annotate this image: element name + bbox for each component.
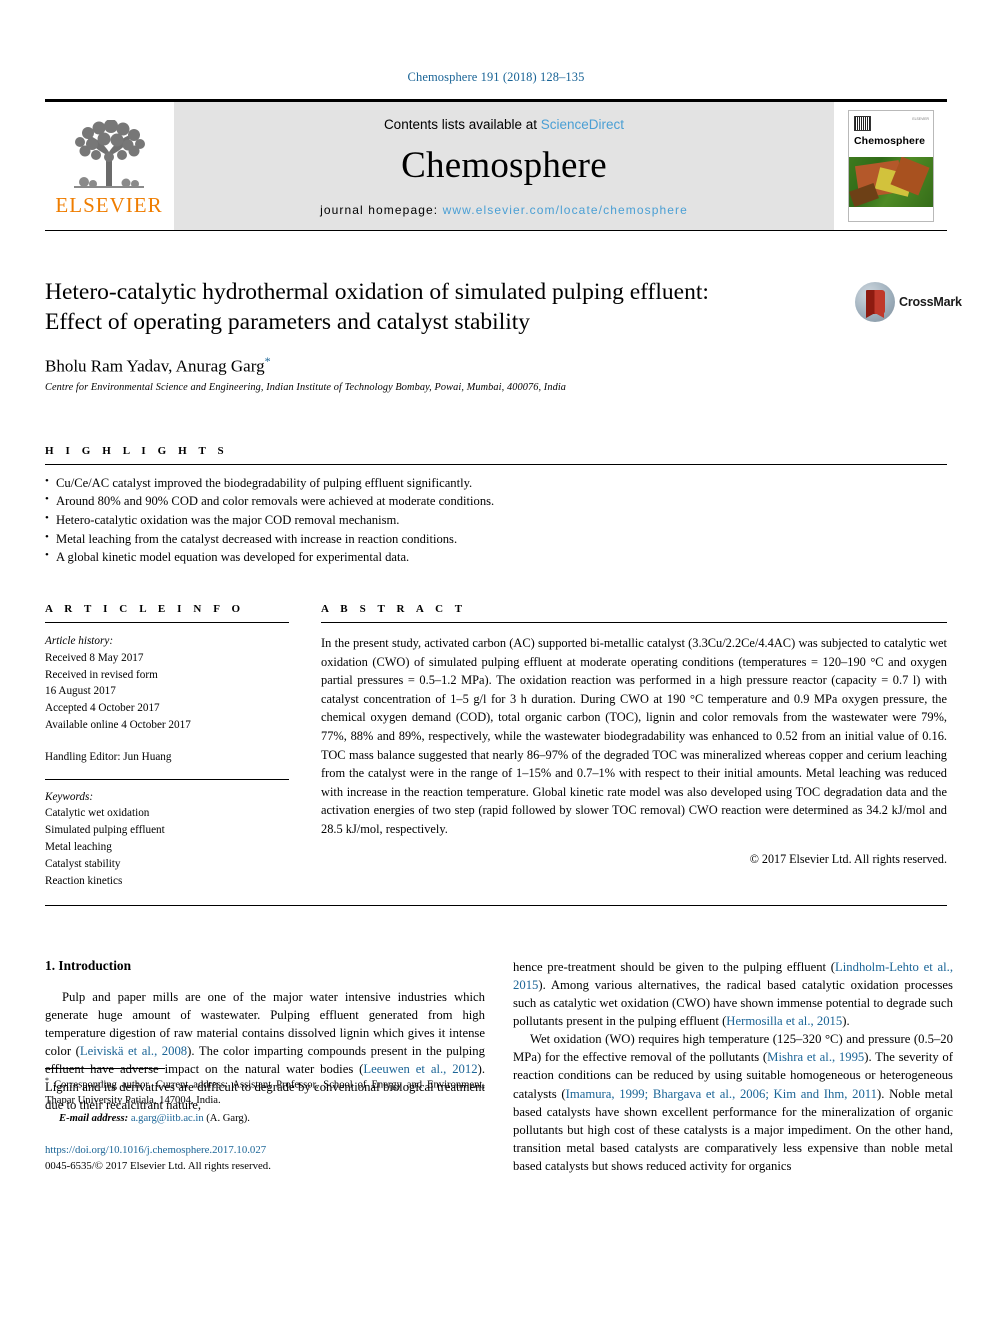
cover-title: Chemosphere bbox=[854, 135, 926, 147]
corresponding-author-note: * Corresponding author. Current address:… bbox=[45, 1075, 485, 1108]
corresponding-author-text: Corresponding author. Current address: A… bbox=[45, 1079, 485, 1106]
paragraph: hence pre-treatment should be given to t… bbox=[513, 958, 953, 1030]
abstract-bottom-rule bbox=[45, 905, 947, 907]
keyword-item: Catalytic wet oxidation bbox=[45, 807, 150, 820]
list-item: Around 80% and 90% COD and color removal… bbox=[45, 491, 947, 511]
journal-homepage-line: journal homepage: www.elsevier.com/locat… bbox=[320, 203, 688, 217]
journal-cover-thumbnail: ELSEVIER Chemosphere bbox=[848, 110, 934, 222]
list-item: Hetero-catalytic oxidation was the major… bbox=[45, 510, 947, 530]
footnote-block: * Corresponding author. Current address:… bbox=[45, 1067, 485, 1175]
paper-page: Chemosphere 191 (2018) 128–135 ELSEVIER … bbox=[0, 0, 992, 1323]
info-abstract-row: A R T I C L E I N F O Article history: R… bbox=[45, 603, 947, 889]
article-info-heading: A R T I C L E I N F O bbox=[45, 602, 245, 615]
doi-block: https://doi.org/10.1016/j.chemosphere.20… bbox=[45, 1143, 485, 1174]
abstract-rule bbox=[321, 621, 947, 623]
crossmark-label: CrossMark bbox=[899, 295, 962, 309]
abstract-heading: A B S T R A C T bbox=[321, 602, 467, 615]
contents-line: Contents lists available at ScienceDirec… bbox=[384, 117, 624, 132]
journal-masthead: ELSEVIER Contents lists available at Sci… bbox=[45, 99, 947, 231]
article-info-body: Article history: Received 8 May 2017 Rec… bbox=[45, 633, 289, 889]
body-column-right: hence pre-treatment should be given to t… bbox=[513, 958, 953, 1174]
abstract-text: In the present study, activated carbon (… bbox=[321, 635, 947, 837]
elsevier-wordmark: ELSEVIER bbox=[55, 193, 163, 217]
paragraph-text: ). bbox=[842, 1014, 850, 1029]
cover-top: ELSEVIER Chemosphere bbox=[849, 111, 933, 157]
article-history-label: Article history: bbox=[45, 634, 114, 647]
keyword-item: Reaction kinetics bbox=[45, 874, 123, 887]
title-area: Hetero-catalytic hydrothermal oxidation … bbox=[45, 277, 962, 393]
cover-brand: ELSEVIER bbox=[912, 117, 929, 121]
citation-link[interactable]: Leiviskä et al., 2008 bbox=[80, 1044, 187, 1058]
history-item: Available online 4 October 2017 bbox=[45, 718, 191, 731]
page-title: Hetero-catalytic hydrothermal oxidation … bbox=[45, 279, 709, 336]
journal-homepage-link[interactable]: www.elsevier.com/locate/chemosphere bbox=[443, 203, 688, 217]
keyword-item: Simulated pulping effluent bbox=[45, 824, 165, 837]
email-note: E-mail address: a.garg@iitb.ac.in (A. Ga… bbox=[45, 1111, 485, 1126]
keywords-rule bbox=[45, 778, 289, 780]
history-item: 16 August 2017 bbox=[45, 685, 116, 698]
keyword-item: Catalyst stability bbox=[45, 857, 121, 870]
citation-link[interactable]: Hermosilla et al., 2015 bbox=[726, 1014, 842, 1028]
history-item: Received in revised form bbox=[45, 668, 158, 681]
article-info-rule bbox=[45, 621, 289, 623]
abstract-section: A B S T R A C T In the present study, ac… bbox=[321, 603, 947, 889]
citation-link[interactable]: Imamura, 1999; Bhargava et al., 2006; Ki… bbox=[566, 1087, 877, 1101]
doi-link[interactable]: https://doi.org/10.1016/j.chemosphere.20… bbox=[45, 1143, 485, 1159]
paragraph: Wet oxidation (WO) requires high tempera… bbox=[513, 1030, 953, 1174]
paragraph-text: hence pre-treatment should be given to t… bbox=[513, 960, 836, 975]
corresponding-author-marker: * bbox=[264, 354, 271, 369]
crossmark-icon bbox=[855, 282, 895, 322]
list-item: A global kinetic model equation was deve… bbox=[45, 547, 947, 567]
article-info-section: A R T I C L E I N F O Article history: R… bbox=[45, 603, 289, 889]
footnote-rule bbox=[45, 1067, 165, 1069]
author-list: Bholu Ram Yadav, Anurag Garg* bbox=[45, 354, 947, 377]
author-names: Bholu Ram Yadav, Anurag Garg bbox=[45, 356, 265, 376]
elsevier-logo: ELSEVIER bbox=[45, 102, 173, 230]
handling-editor: Handling Editor: Jun Huang bbox=[45, 750, 172, 763]
journal-cover-block: ELSEVIER Chemosphere bbox=[835, 102, 947, 230]
highlights-heading: H I G H L I G H T S bbox=[45, 444, 229, 457]
abstract-copyright: © 2017 Elsevier Ltd. All rights reserved… bbox=[749, 851, 947, 866]
journal-info-block: Contents lists available at ScienceDirec… bbox=[173, 102, 835, 230]
running-head: Chemosphere 191 (2018) 128–135 bbox=[407, 70, 585, 84]
highlights-section: H I G H L I G H T S Cu/Ce/AC catalyst im… bbox=[45, 445, 947, 567]
journal-title: Chemosphere bbox=[401, 145, 607, 186]
history-item: Received 8 May 2017 bbox=[45, 651, 144, 664]
affiliation: Centre for Environmental Science and Eng… bbox=[45, 381, 567, 393]
keyword-item: Metal leaching bbox=[45, 840, 112, 853]
cover-bottom bbox=[849, 207, 933, 221]
elsevier-tree-icon bbox=[74, 120, 145, 188]
highlights-list: Cu/Ce/AC catalyst improved the biodegrad… bbox=[45, 473, 947, 567]
keywords-label: Keywords: bbox=[45, 790, 94, 803]
list-item: Metal leaching from the catalyst decreas… bbox=[45, 529, 947, 549]
homepage-prefix: journal homepage: bbox=[320, 203, 443, 217]
sciencedirect-link[interactable]: ScienceDirect bbox=[541, 117, 624, 132]
crossmark-badge[interactable]: CrossMark bbox=[855, 279, 962, 325]
section-heading-introduction: 1. Introduction bbox=[45, 958, 132, 974]
email-suffix: (A. Garg). bbox=[203, 1113, 250, 1125]
contents-prefix: Contents lists available at bbox=[383, 117, 541, 132]
highlights-rule bbox=[45, 463, 947, 465]
email-label: E-mail address: bbox=[59, 1113, 129, 1125]
citation-link[interactable]: Mishra et al., 1995 bbox=[767, 1050, 864, 1064]
barcode-icon bbox=[854, 116, 871, 131]
issn-copyright: 0045-6535/© 2017 Elsevier Ltd. All right… bbox=[45, 1160, 271, 1173]
history-item: Accepted 4 October 2017 bbox=[45, 702, 160, 715]
cover-artwork bbox=[849, 157, 933, 207]
email-link[interactable]: a.garg@iitb.ac.in bbox=[131, 1113, 204, 1124]
body-column-left: 1. Introduction Pulp and paper mills are… bbox=[45, 958, 485, 1174]
body-columns: 1. Introduction Pulp and paper mills are… bbox=[45, 958, 953, 1174]
list-item: Cu/Ce/AC catalyst improved the biodegrad… bbox=[45, 473, 947, 493]
